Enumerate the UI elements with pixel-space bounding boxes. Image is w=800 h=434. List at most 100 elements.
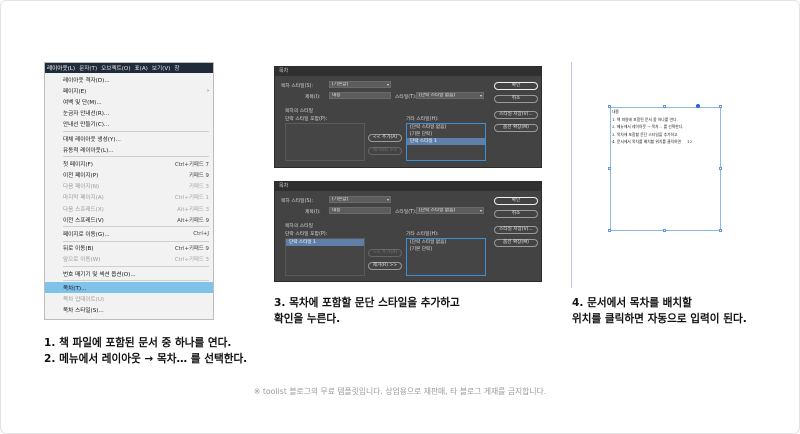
menu-item-numbering-section[interactable]: 번호 매기기 및 섹션 옵션(O)... bbox=[45, 268, 213, 279]
menu-divider bbox=[63, 156, 209, 158]
cancel-button[interactable]: 취소 bbox=[494, 210, 538, 218]
menu-item-go-forward[interactable]: 앞으로 이동(W) Ctrl+키패드 3 bbox=[45, 254, 213, 265]
menu-item-margins-columns[interactable]: 여백 및 단(M)... bbox=[45, 96, 213, 107]
toc-page-number: 12 bbox=[687, 139, 692, 144]
menu-item-label: 페이지로 이동(G)... bbox=[63, 232, 110, 239]
save-style-button[interactable]: 스타일 저장(V)... bbox=[494, 111, 538, 119]
more-options-button[interactable]: 옵션 확장(M) bbox=[494, 124, 538, 132]
cancel-button[interactable]: 취소 bbox=[494, 95, 538, 103]
menu-item-label: 뒤로 이동(B) bbox=[63, 246, 94, 253]
menu-item-alternate-layout[interactable]: 대체 레이아웃 생성(Y)... bbox=[45, 133, 213, 144]
title-label: 제목(I): bbox=[305, 95, 321, 100]
menu-item-previous-page[interactable]: 이전 페이지(P) 키패드 9 bbox=[45, 170, 213, 181]
frame-handle[interactable] bbox=[608, 229, 611, 232]
menu-bar-layout[interactable]: 레이아웃(L) bbox=[47, 64, 75, 72]
menu-item-label: 첫 페이지(F) bbox=[63, 161, 93, 168]
title-input[interactable]: 내용 bbox=[329, 207, 391, 214]
toc-style-value: [기본값] bbox=[332, 197, 349, 202]
list-item[interactable]: [기본 단락] bbox=[407, 131, 485, 138]
menu-item-label: 이전 페이지(P) bbox=[63, 173, 99, 180]
toc-heading: 내용 bbox=[612, 109, 619, 114]
include-label: 단락 스타일 포함(P): bbox=[285, 117, 328, 122]
menu-item-liquid-layout[interactable]: 유동적 레이아웃(L)... bbox=[45, 144, 213, 155]
frame-handle[interactable] bbox=[719, 229, 722, 232]
title-input[interactable]: 내용 bbox=[329, 92, 391, 99]
menu-item-previous-spread[interactable]: 이전 스프레드(V) Alt+키패드 9 bbox=[45, 214, 213, 225]
frame-handle[interactable] bbox=[608, 105, 611, 108]
toc-dialog-after: 목차 목차 스타일(S): [기본값] ▾ 제목(I): 내용 스타일(T): [… bbox=[274, 181, 542, 282]
include-styles-list[interactable] bbox=[285, 123, 365, 161]
remove-button[interactable]: 제거(R) >> bbox=[368, 262, 402, 270]
menu-item-label: 목차 스타일(S)... bbox=[63, 308, 104, 315]
toc-line: 2. 메뉴에서 레이아웃 → 목차… 를 선택한다. bbox=[612, 124, 684, 129]
section-label: 목차의 스타일 bbox=[285, 109, 314, 114]
menu-item-label: 마지막 페이지(A) bbox=[63, 195, 104, 202]
menu-item-table-of-contents[interactable]: 목차(T)... bbox=[45, 282, 213, 294]
menu-item-pages[interactable]: 페이지(E) › bbox=[45, 85, 213, 96]
menu-item-ruler-guides[interactable]: 눈금자 안내선(R)... bbox=[45, 108, 213, 119]
menu-item-update-toc[interactable]: 목차 업데이트(U) bbox=[45, 293, 213, 304]
menu-divider bbox=[63, 280, 209, 282]
menu-item-go-to-page[interactable]: 페이지로 이동(G)... Ctrl+J bbox=[45, 228, 213, 239]
title-style-select[interactable]: [단락 스타일 없음] ▾ bbox=[416, 207, 484, 214]
menu-item-layout-grid[interactable]: 레이아웃 격자(D)... bbox=[45, 74, 213, 85]
list-item[interactable]: [기본 단락] bbox=[407, 246, 485, 253]
menu-bar-object[interactable]: 오브젝트(O) bbox=[101, 64, 130, 72]
menu-item-label: 안내선 만들기(C)... bbox=[63, 122, 110, 129]
menu-item-label: 대체 레이아웃 생성(Y)... bbox=[63, 136, 121, 143]
frame-handle[interactable] bbox=[663, 229, 666, 232]
section-label: 목차의 스타일 bbox=[285, 224, 314, 229]
more-options-button[interactable]: 옵션 확장(M) bbox=[494, 239, 538, 247]
menu-item-shortcut: Ctrl+J bbox=[193, 231, 209, 238]
title-style-select[interactable]: [단락 스타일 없음] ▾ bbox=[416, 92, 484, 99]
frame-handle[interactable] bbox=[608, 167, 611, 170]
layout-menu: 레이아웃(L) 문자(T) 오브젝트(O) 표(A) 보기(V) 창 레이아웃 … bbox=[44, 62, 214, 320]
menu-item-label: 이전 스프레드(V) bbox=[63, 217, 104, 224]
ok-button[interactable]: 확인 bbox=[494, 197, 538, 205]
menu-bar-window[interactable]: 창 bbox=[174, 64, 179, 72]
menu-item-next-page[interactable]: 다음 페이지(N) 키패드 3 bbox=[45, 181, 213, 192]
chevron-down-icon: ▾ bbox=[386, 82, 389, 87]
other-styles-list[interactable]: [단락 스타일 없음] [기본 단락] bbox=[406, 238, 486, 276]
menu-bar-type[interactable]: 문자(T) bbox=[79, 64, 97, 72]
frame-handle[interactable] bbox=[719, 167, 722, 170]
save-style-button[interactable]: 스타일 저장(V)... bbox=[494, 226, 538, 234]
menu-item-first-page[interactable]: 첫 페이지(F) Ctrl+키패드 7 bbox=[45, 158, 213, 169]
menu-item-toc-styles[interactable]: 목차 스타일(S)... bbox=[45, 305, 213, 316]
include-label: 단락 스타일 포함(P): bbox=[285, 232, 328, 237]
menu-item-last-page[interactable]: 마지막 페이지(A) Ctrl+키패드 1 bbox=[45, 192, 213, 203]
toc-style-select[interactable]: [기본값] ▾ bbox=[329, 196, 391, 203]
menu-item-shortcut: Alt+키패드 3 bbox=[177, 206, 209, 213]
menu-item-label: 목차 업데이트(U) bbox=[63, 296, 105, 303]
footer-note: ※ toolist 블로그의 무료 템플릿입니다. 상업용으로 재판매, 타 블… bbox=[253, 387, 547, 396]
list-item[interactable]: 단락 스타일 1 bbox=[407, 138, 485, 145]
add-button[interactable]: << 추가(A) bbox=[368, 134, 402, 142]
list-item[interactable]: 단락 스타일 1 bbox=[286, 239, 364, 246]
menu-item-label: 다음 페이지(N) bbox=[63, 184, 100, 191]
menu-item-label: 여백 및 단(M)... bbox=[63, 99, 102, 106]
remove-button[interactable]: 제거(R) >> bbox=[368, 147, 402, 155]
step4-caption-line2: 위치를 클릭하면 자동으로 입력이 된다. bbox=[572, 313, 747, 325]
menu-item-go-back[interactable]: 뒤로 이동(B) Ctrl+키패드 9 bbox=[45, 243, 213, 254]
include-styles-list[interactable]: 단락 스타일 1 bbox=[285, 238, 365, 276]
step4-caption-line1: 4. 문서에서 목차를 배치할 bbox=[572, 297, 692, 309]
add-button[interactable]: << 추가(A) bbox=[368, 249, 402, 257]
menu-item-shortcut: Alt+키패드 9 bbox=[177, 217, 209, 224]
list-item[interactable]: [단락 스타일 없음] bbox=[407, 239, 485, 246]
menu-item-label: 번호 매기기 및 섹션 옵션(O)... bbox=[63, 271, 136, 278]
menu-item-label: 다음 스프레드(X) bbox=[63, 206, 104, 213]
toc-style-value: [기본값] bbox=[332, 82, 349, 87]
other-styles-list[interactable]: [단락 스타일 없음] [기본 단락] 단락 스타일 1 bbox=[406, 123, 486, 161]
list-item[interactable]: [단락 스타일 없음] bbox=[407, 124, 485, 131]
step3-caption: 3. 목차에 포함할 문단 스타일을 추가하고 확인을 누른다. bbox=[274, 295, 460, 327]
menu-item-label: 앞으로 이동(W) bbox=[63, 257, 101, 264]
menu-bar-table[interactable]: 표(A) bbox=[135, 64, 148, 72]
ok-button[interactable]: 확인 bbox=[494, 82, 538, 90]
menu-item-label: 유동적 레이아웃(L)... bbox=[63, 147, 114, 154]
menu-item-create-guides[interactable]: 안내선 만들기(C)... bbox=[45, 119, 213, 130]
toc-style-select[interactable]: [기본값] ▾ bbox=[329, 81, 391, 88]
menu-item-next-spread[interactable]: 다음 스프레드(X) Alt+키패드 3 bbox=[45, 203, 213, 214]
menu-bar-view[interactable]: 보기(V) bbox=[152, 64, 170, 72]
toc-dialog-before: 목차 목차 스타일(S): [기본값] ▾ 제목(I): 내용 스타일(T): [… bbox=[274, 66, 542, 168]
step4-caption: 4. 문서에서 목차를 배치할 위치를 클릭하면 자동으로 입력이 된다. bbox=[572, 295, 747, 327]
